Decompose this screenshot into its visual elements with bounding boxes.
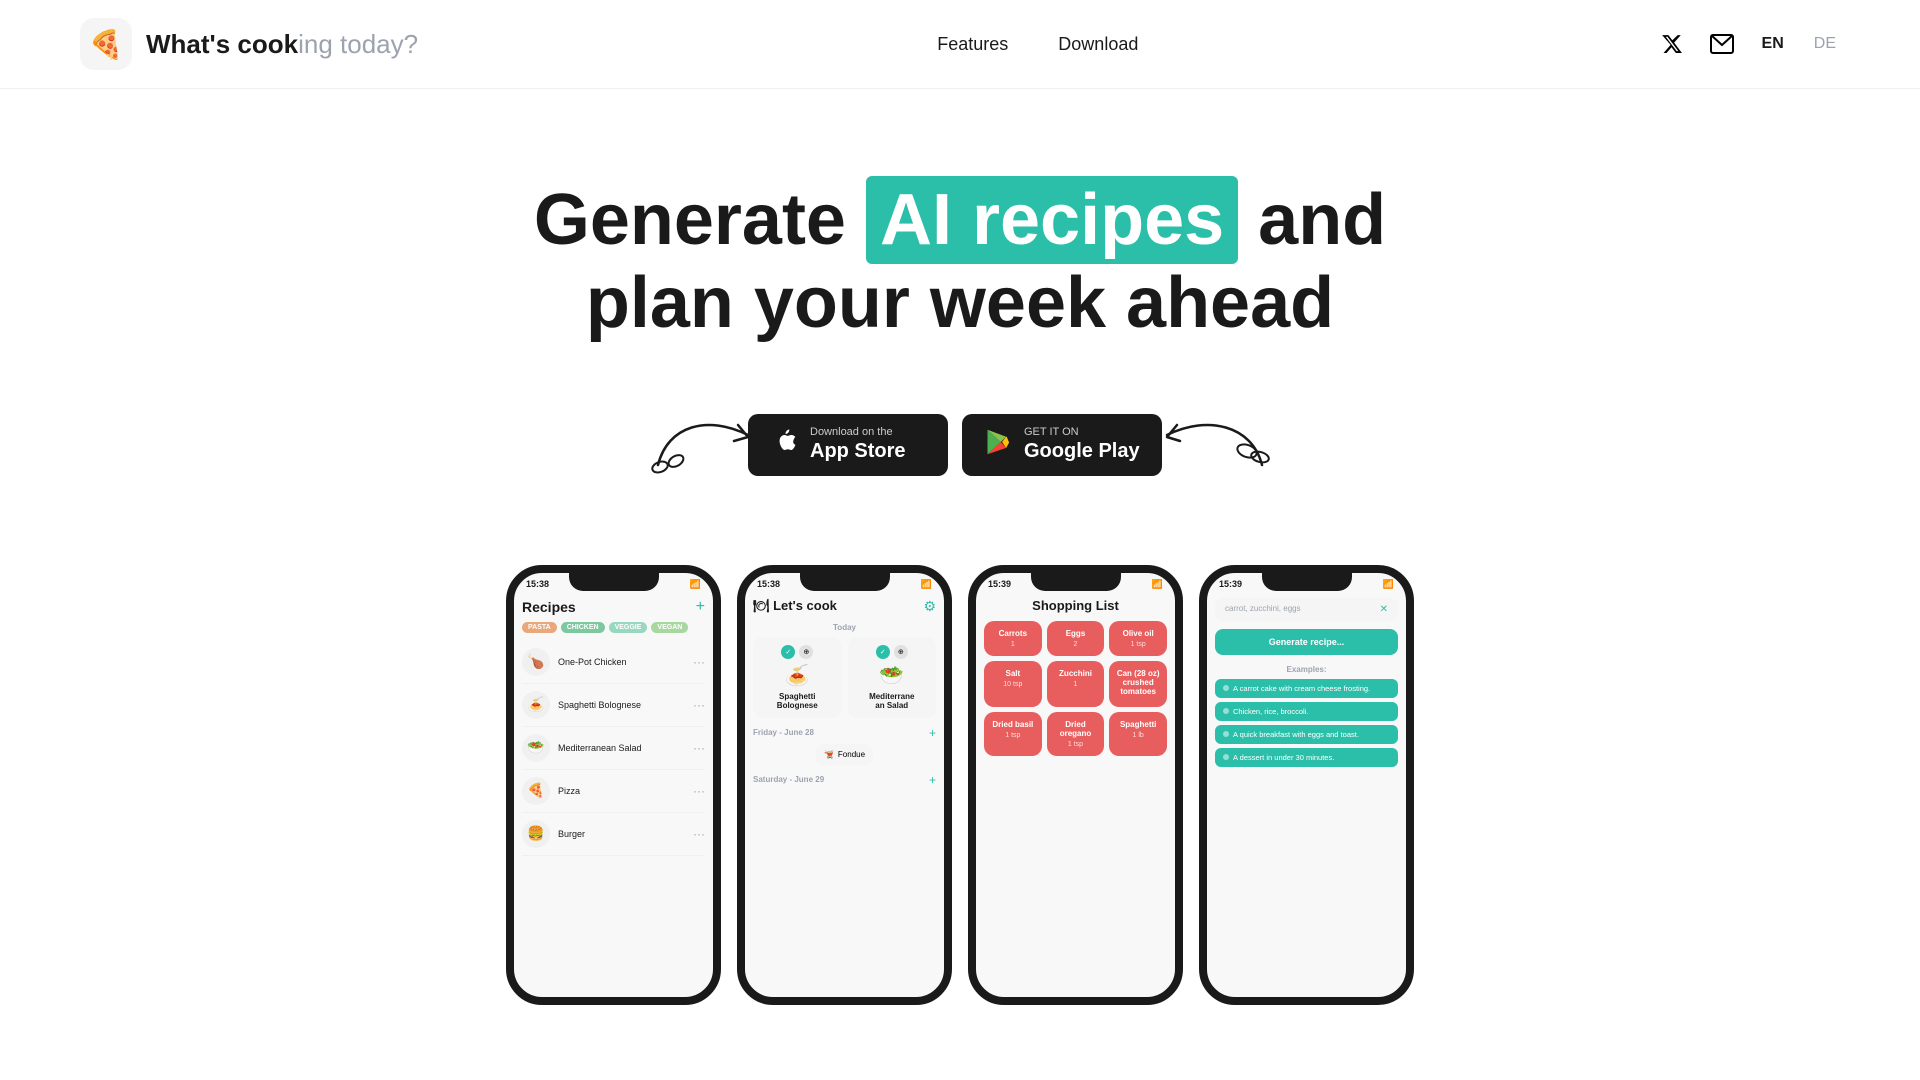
phone3-content: Shopping List Carrots 1 Eggs 2 Olive oil… [976, 594, 1175, 988]
appstore-button[interactable]: Download on the App Store [748, 414, 948, 476]
phone-notch-1 [569, 573, 659, 591]
apple-icon [770, 426, 798, 464]
phone-shopping: 15:39 📶 Shopping List Carrots 1 Eggs 2 O… [968, 565, 1183, 1005]
ai-input-field: carrot, zucchini, eggs ✕ [1215, 598, 1398, 621]
example-1: A carrot cake with cream cheese frosting… [1215, 679, 1398, 698]
phone-letscook: 15:38 📶 🍽 Let's cook ⚙ Today ✓ ⊕ 🍝 [737, 565, 952, 1005]
lang-en-button[interactable]: EN [1758, 33, 1788, 55]
phone2-content: 🍽 Let's cook ⚙ Today ✓ ⊕ 🍝 SpaghettiBolo… [745, 594, 944, 988]
recipe-tags: PASTA CHICKEN VEGGIE VEGAN [522, 622, 705, 633]
nav-actions: EN DE [1658, 30, 1840, 58]
nav-logo-area: 🍕 What's cooking today? [80, 18, 418, 70]
phones-section: 15:38 📶 Recipes + PASTA CHICKEN VEGGIE V… [438, 565, 1482, 1005]
phone1-header: Recipes + [522, 598, 705, 616]
phone-recipes: 15:38 📶 Recipes + PASTA CHICKEN VEGGIE V… [506, 565, 721, 1005]
meal-card-spaghetti: ✓ ⊕ 🍝 SpaghettiBolognese [753, 637, 842, 718]
google-play-icon [984, 428, 1012, 462]
phone-ai: 15:39 📶 carrot, zucchini, eggs ✕ Generat… [1199, 565, 1414, 1005]
hero-section: Generate AI recipes and plan your week a… [0, 89, 1920, 1065]
googleplay-button[interactable]: GET IT ON Google Play [962, 414, 1162, 476]
right-arrow-decoration [1152, 405, 1282, 485]
hero-title: Generate AI recipes and plan your week a… [534, 179, 1386, 345]
generate-recipe-button[interactable]: Generate recipe... [1215, 629, 1398, 655]
mail-icon[interactable] [1708, 30, 1736, 58]
left-arrow-decoration [638, 405, 758, 485]
logo-text: What's cooking today? [146, 29, 418, 60]
lang-de-button[interactable]: DE [1810, 33, 1840, 55]
shop-oliveoil: Olive oil 1 tsp [1109, 621, 1167, 656]
shop-salt: Salt 10 tsp [984, 661, 1042, 707]
download-area: Download on the App Store GET IT ON Go [638, 405, 1282, 485]
googleplay-text: GET IT ON Google Play [1024, 426, 1140, 463]
navbar: 🍕 What's cooking today? Features Downloa… [0, 0, 1920, 89]
twitter-icon[interactable] [1658, 30, 1686, 58]
appstore-text: Download on the App Store [810, 426, 906, 463]
shop-basil: Dried basil 1 tsp [984, 712, 1042, 756]
shop-tomatoes: Can (28 oz) crushed tomatoes [1109, 661, 1167, 707]
friday-header: Friday - June 28 + [753, 726, 936, 740]
recipe-item-1: 🍗One-Pot Chicken ··· [522, 641, 705, 684]
store-buttons-group: Download on the App Store GET IT ON Go [748, 414, 1162, 476]
today-meals: ✓ ⊕ 🍝 SpaghettiBolognese ✓ ⊕ 🥗 Mediterra… [753, 637, 936, 718]
example-4: A dessert in under 30 minutes. [1215, 748, 1398, 767]
recipe-item-3: 🥗Mediterranean Salad ··· [522, 727, 705, 770]
recipe-item-4: 🍕Pizza ··· [522, 770, 705, 813]
phone1-content: Recipes + PASTA CHICKEN VEGGIE VEGAN 🍗On… [514, 594, 713, 988]
shop-carrots: Carrots 1 [984, 621, 1042, 656]
nav-features-link[interactable]: Features [937, 34, 1008, 55]
phone2-header: 🍽 Let's cook ⚙ [753, 598, 936, 615]
shop-eggs: Eggs 2 [1047, 621, 1105, 656]
meal-card-salad: ✓ ⊕ 🥗 Mediterranean Salad [848, 637, 937, 718]
shop-oregano: Dried oregano 1 tsp [1047, 712, 1105, 756]
logo-icon: 🍕 [80, 18, 132, 70]
saturday-header: Saturday - June 29 + [753, 773, 936, 787]
example-2: Chicken, rice, broccoli. [1215, 702, 1398, 721]
fondue-card: 🫕Fondue [816, 744, 873, 765]
recipe-item-2: 🍝Spaghetti Bolognese ··· [522, 684, 705, 727]
phone4-content: carrot, zucchini, eggs ✕ Generate recipe… [1207, 594, 1406, 988]
recipe-item-5: 🍔Burger ··· [522, 813, 705, 856]
example-3: A quick breakfast with eggs and toast. [1215, 725, 1398, 744]
phone-notch-4 [1262, 573, 1352, 591]
phone-notch-3 [1031, 573, 1121, 591]
shopping-grid: Carrots 1 Eggs 2 Olive oil 1 tsp Salt 10… [984, 621, 1167, 756]
nav-links: Features Download [937, 34, 1138, 55]
shop-spaghetti: Spaghetti 1 lb [1109, 712, 1167, 756]
shop-zucchini: Zucchini 1 [1047, 661, 1105, 707]
phone-notch-2 [800, 573, 890, 591]
nav-download-link[interactable]: Download [1058, 34, 1138, 55]
